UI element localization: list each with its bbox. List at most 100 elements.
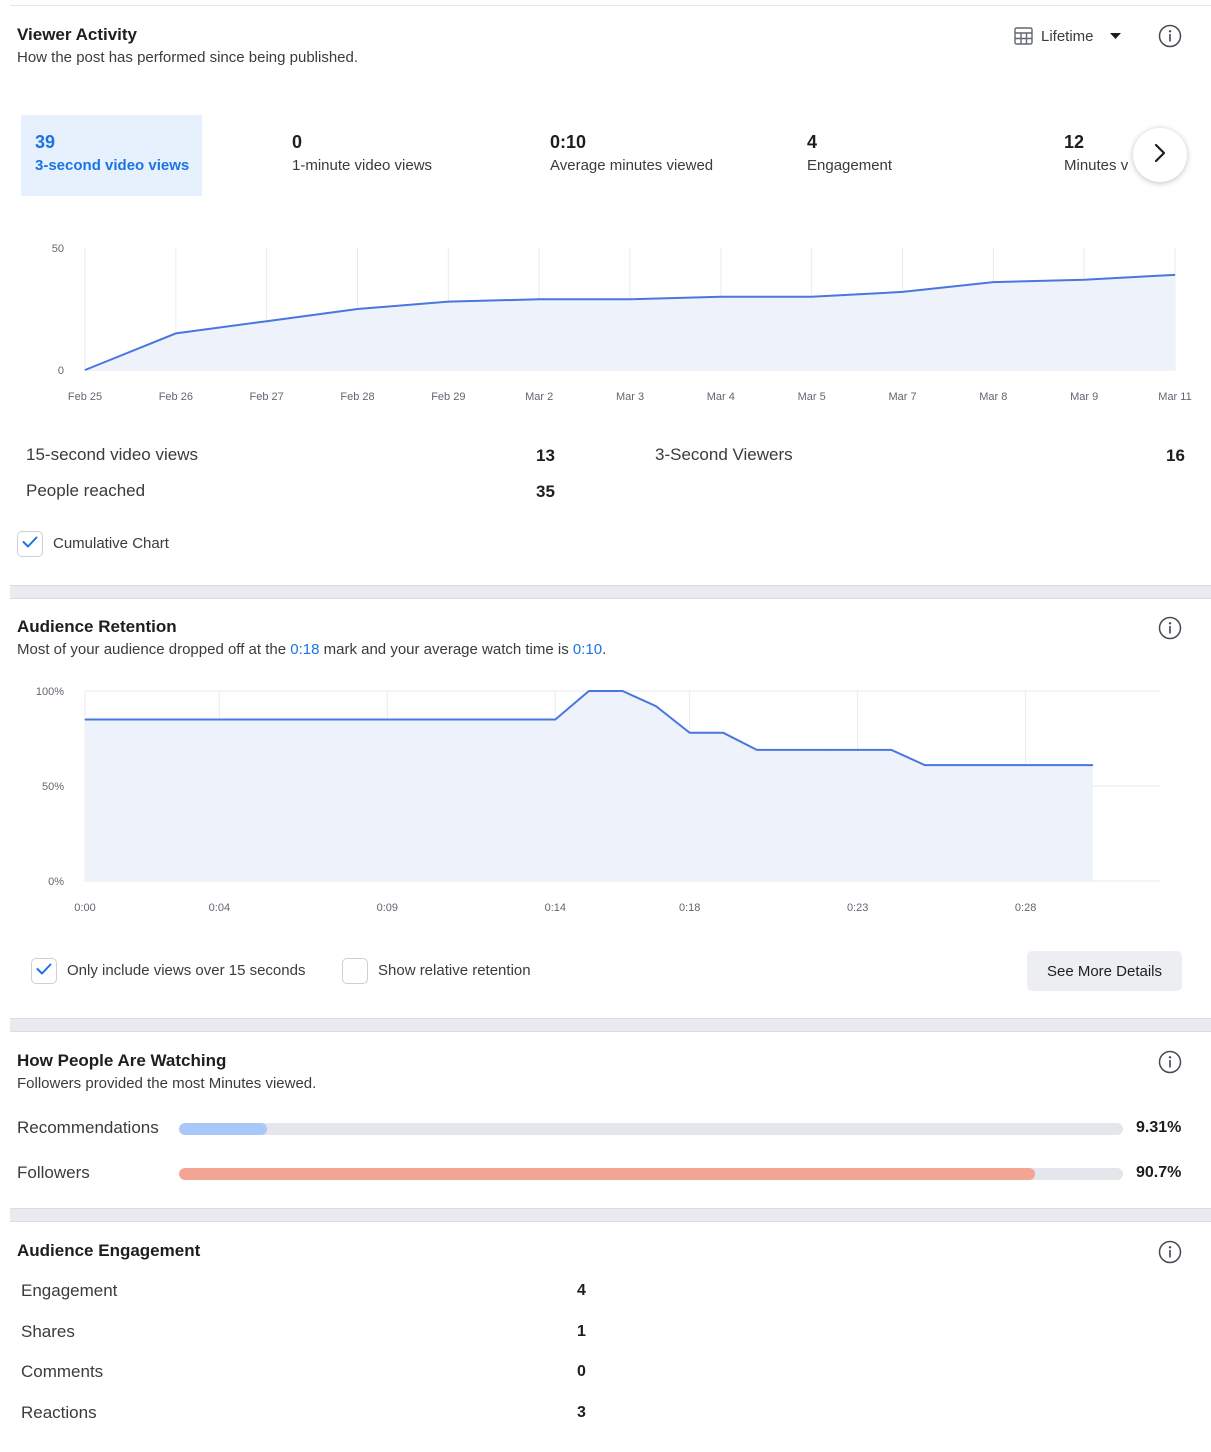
metric-label: Average minutes viewed [550, 157, 714, 174]
data-point [357, 308, 358, 310]
data-point [629, 298, 631, 300]
data-point [992, 281, 994, 283]
y-tick-label: 100% [36, 686, 64, 698]
y-tick-label: 0% [48, 876, 64, 888]
section-divider [10, 1018, 1211, 1032]
y-tick-label: 50 [52, 243, 64, 255]
data-point [890, 749, 892, 751]
data-point [286, 719, 288, 720]
x-tick-label: 0:04 [209, 902, 230, 914]
table-icon [1014, 27, 1033, 45]
data-point [1174, 274, 1176, 276]
checkmark-icon [22, 535, 38, 553]
x-tick-label: Feb 25 [68, 391, 102, 403]
x-tick-label: Mar 7 [888, 391, 916, 403]
data-point [84, 719, 86, 720]
info-icon[interactable] [1158, 616, 1182, 640]
retention-text: mark and your average watch time is [319, 641, 573, 658]
next-metrics-button[interactable] [1133, 128, 1187, 182]
recommendations-bar [179, 1123, 1123, 1135]
retention-text: Most of your audience dropped off at the [17, 641, 291, 658]
x-tick-label: 0:18 [679, 902, 700, 914]
followers-bar [179, 1168, 1123, 1180]
x-tick-label: Feb 27 [250, 391, 284, 403]
three-second-viewers-value: 16 [1166, 446, 1185, 465]
shares-label: Shares [21, 1322, 75, 1341]
viewer-activity-title: Viewer Activity [17, 25, 138, 44]
engagement-label: Engagement [21, 1281, 118, 1300]
metric-tab-minutes-viewed[interactable]: 12 Minutes v [1050, 115, 1128, 196]
y-tick-label: 50% [42, 781, 64, 793]
data-point [689, 732, 691, 734]
data-point [175, 332, 177, 334]
x-tick-label: Mar 9 [1070, 391, 1098, 403]
data-point [420, 719, 422, 720]
x-tick-label: 0:23 [847, 902, 868, 914]
audience-engagement-title: Audience Engagement [17, 1241, 201, 1260]
people-reached-value: 35 [536, 482, 555, 501]
metric-tab-1-minute-views[interactable]: 0 1-minute video views [278, 115, 478, 196]
metric-label: Minutes v [1064, 157, 1128, 174]
dropoff-mark: 0:18 [290, 641, 320, 658]
how-people-watching-subtitle: Followers provided the most Minutes view… [17, 1075, 317, 1092]
info-icon[interactable] [1158, 1240, 1182, 1264]
x-tick-label: 0:09 [377, 902, 398, 914]
cumulative-chart-label: Cumulative Chart [53, 535, 169, 552]
x-tick-label: Feb 29 [431, 391, 465, 403]
metric-value: 39 [35, 132, 56, 152]
data-point [1092, 764, 1094, 766]
fifteen-second-views-value: 13 [536, 446, 555, 465]
top-divider [10, 5, 1211, 6]
fifteen-second-views-label: 15-second video views [26, 445, 198, 464]
x-tick-label: Mar 11 [1158, 391, 1191, 403]
data-point [957, 764, 959, 766]
data-point [902, 291, 903, 293]
data-point [266, 320, 268, 322]
data-point [1025, 764, 1027, 766]
cumulative-chart-checkbox[interactable] [17, 531, 43, 557]
x-tick-label: Mar 8 [979, 391, 1007, 403]
comments-value: 0 [577, 1363, 586, 1380]
reactions-label: Reactions [21, 1403, 97, 1422]
only-views-over-15-label: Only include views over 15 seconds [67, 962, 306, 979]
relative-retention-checkbox[interactable] [342, 958, 368, 984]
see-more-details-button[interactable]: See More Details [1027, 951, 1182, 991]
viewer-activity-chart: 0 50 Feb 25 Feb 26 Feb 27 Feb 28 Feb 29 Mar 2 Ma… [52, 243, 1192, 403]
audience-retention-chart: 0% 50% 100% 0:00 0:04 0:09 0:14 0:18 0:23 0:28 [36, 686, 1160, 914]
caret-down-icon [1109, 32, 1121, 40]
data-point [353, 719, 355, 720]
only-views-over-15-checkbox[interactable] [31, 958, 57, 984]
comments-label: Comments [21, 1362, 104, 1381]
x-tick-label: Feb 26 [159, 391, 193, 403]
metric-tab-average-minutes[interactable]: 0:10 Average minutes viewed [536, 115, 756, 196]
shares-value: 1 [577, 1323, 586, 1340]
data-point [823, 749, 825, 751]
x-tick-label: Mar 4 [707, 391, 735, 403]
info-icon[interactable] [1158, 24, 1182, 48]
lifetime-dropdown[interactable]: Lifetime [1014, 24, 1121, 48]
three-second-viewers-label: 3-Second Viewers [655, 445, 793, 464]
x-tick-label: Feb 28 [340, 391, 374, 403]
metric-tab-engagement[interactable]: 4 Engagement [793, 115, 993, 196]
metric-tab-3-second-views[interactable]: 39 3-second video views [21, 115, 202, 196]
info-icon[interactable] [1158, 1050, 1182, 1074]
metric-label: 1-minute video views [292, 157, 433, 174]
data-point [655, 705, 657, 707]
data-point [756, 749, 758, 751]
section-divider [10, 585, 1211, 599]
data-point [538, 298, 540, 300]
chevron-right-icon [1154, 143, 1166, 168]
retention-text: . [602, 641, 607, 658]
x-tick-label: 0:28 [1015, 902, 1036, 914]
data-point [487, 719, 489, 720]
metric-label: Engagement [807, 157, 893, 174]
metric-value: 0 [292, 132, 303, 152]
recommendations-label: Recommendations [17, 1118, 159, 1137]
data-point [722, 732, 724, 734]
relative-retention-label: Show relative retention [378, 962, 531, 979]
data-point [588, 690, 590, 692]
metric-label: 3-second video views [35, 157, 190, 174]
x-tick-label: Mar 5 [798, 391, 826, 403]
data-point [151, 719, 153, 720]
metric-value: 12 [1064, 132, 1085, 152]
